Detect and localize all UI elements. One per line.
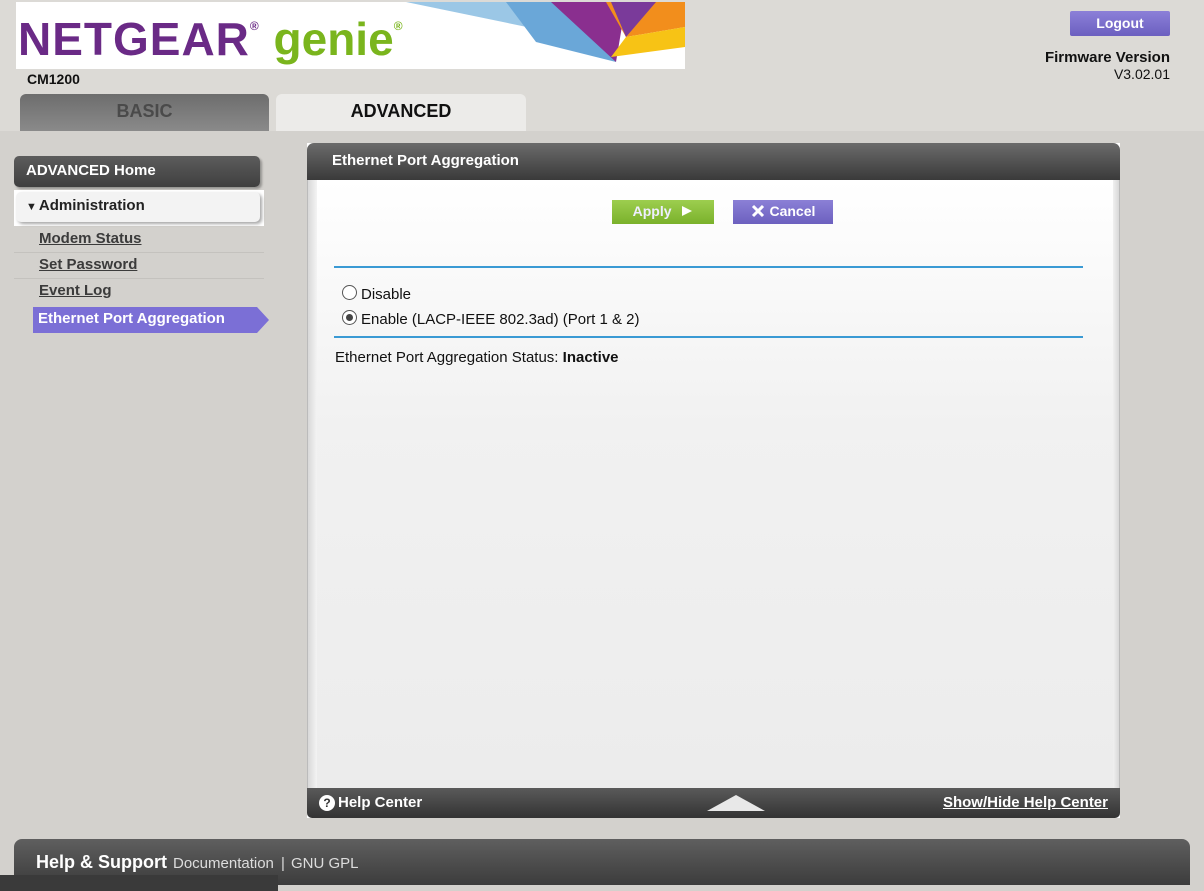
option-label: Enable (LACP-IEEE 802.3ad) (Port 1 & 2): [361, 311, 640, 328]
cancel-button[interactable]: Cancel: [733, 200, 833, 224]
option-label: Disable: [361, 286, 412, 303]
sidebar-item-ethernet-port-aggregation[interactable]: Ethernet Port Aggregation: [33, 307, 269, 334]
firmware-title: Firmware Version: [1044, 49, 1170, 66]
help-center-bar: ? Help Center Show/Hide Help Center: [307, 788, 1120, 818]
top-header: NETGEAR® genie® CM1200 Logout Firmware V…: [0, 0, 1204, 131]
sidebar-item-label: Ethernet Port Aggregation: [38, 310, 225, 327]
model-label: CM1200: [27, 71, 80, 87]
sidebar-section-header[interactable]: ▼ Administration: [16, 192, 260, 222]
radio-disable[interactable]: [342, 285, 357, 300]
close-icon: [751, 204, 764, 218]
option-enable[interactable]: Enable (LACP-IEEE 802.3ad) (Port 1 & 2): [342, 309, 639, 331]
triangle-up-icon[interactable]: [705, 793, 767, 813]
tab-basic[interactable]: BASIC: [20, 94, 269, 131]
documentation-link[interactable]: Documentation: [173, 855, 274, 872]
tab-advanced[interactable]: ADVANCED: [276, 94, 526, 131]
netgear-genie-logo: NETGEAR® genie®: [16, 2, 685, 69]
help-center-link[interactable]: ? Help Center: [319, 794, 422, 811]
help-center-label: Help Center: [338, 794, 423, 811]
main-area: ADVANCED Home ▼ Administration Modem Stat…: [0, 131, 1204, 837]
firmware-version: V3.02.01: [1113, 66, 1170, 82]
panel-body: Apply Cancel Disable Enable (LACP-IEEE 8…: [307, 180, 1120, 788]
triangle-down-icon: ▼: [26, 201, 37, 213]
status-label: Ethernet Port Aggregation Status:: [335, 349, 559, 366]
sidebar-item-event-log[interactable]: Event Log: [14, 279, 264, 305]
status-value: Inactive: [562, 349, 619, 366]
play-arrow-icon: [682, 206, 693, 216]
cancel-label: Cancel: [769, 203, 816, 219]
logout-button[interactable]: Logout: [1070, 11, 1170, 36]
divider: [334, 266, 1083, 268]
panel-edge: [308, 180, 317, 788]
bottom-strip: [0, 875, 278, 891]
sidebar-section-label: Administration: [38, 197, 145, 214]
apply-button[interactable]: Apply: [612, 200, 714, 224]
aggregation-status: Ethernet Port Aggregation Status: Inacti…: [335, 349, 619, 366]
option-disable[interactable]: Disable: [342, 284, 411, 306]
content-panel: Ethernet Port Aggregation Apply Cancel D…: [307, 143, 1120, 818]
show-hide-help-center-link[interactable]: Show/Hide Help Center: [943, 794, 1108, 811]
gnu-gpl-link[interactable]: GNU GPL: [291, 855, 359, 872]
apply-label: Apply: [632, 203, 672, 219]
divider: [334, 336, 1083, 338]
radio-enable[interactable]: [342, 310, 357, 325]
question-circle-icon: ?: [319, 795, 335, 811]
panel-title: Ethernet Port Aggregation: [307, 143, 1120, 180]
footer-separator: |: [281, 855, 285, 872]
sidebar-section-administration: ▼ Administration: [14, 190, 264, 226]
sidebar-item-modem-status[interactable]: Modem Status: [14, 227, 264, 253]
sidebar-item-set-password[interactable]: Set Password: [14, 253, 264, 279]
panel-edge: [1113, 180, 1119, 788]
logo-text: NETGEAR® genie®: [18, 13, 404, 65]
footer-title: Help & Support: [36, 852, 167, 872]
sidebar-item-advanced-home[interactable]: ADVANCED Home: [14, 156, 260, 187]
